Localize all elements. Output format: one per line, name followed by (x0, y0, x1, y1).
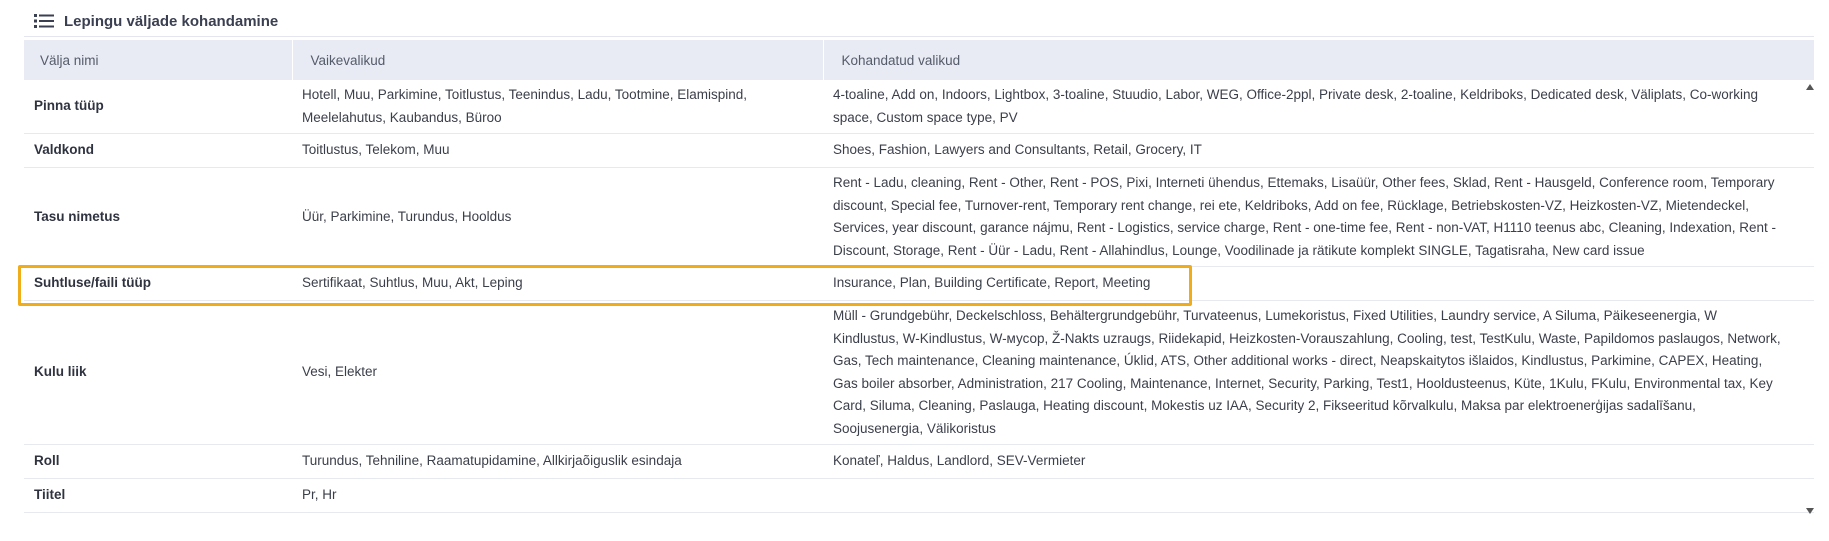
field-name-cell: Pinna tüüp (24, 80, 292, 134)
custom-options-cell: Müll - Grundgebühr, Deckelschloss, Behäl… (823, 300, 1814, 445)
fields-table: Välja nimi Vaikevalikud Kohandatud valik… (24, 40, 1814, 513)
list-icon (34, 13, 54, 29)
custom-options-cell: Insurance, Plan, Building Certificate, R… (823, 266, 1814, 301)
custom-options-cell: Rent - Ladu, cleaning, Rent - Other, Ren… (823, 167, 1814, 267)
panel-header: Lepingu väljade kohandamine (34, 8, 278, 34)
contract-fields-panel: Lepingu väljade kohandamine Välja nimi V… (0, 0, 1829, 541)
custom-options-cell: 4-toaline, Add on, Indoors, Lightbox, 3-… (823, 80, 1814, 134)
field-name-cell: Tiitel (24, 478, 292, 513)
custom-options-cell: Shoes, Fashion, Lawyers and Consultants,… (823, 133, 1814, 168)
scroll-up-icon[interactable] (1806, 84, 1814, 90)
panel-title: Lepingu väljade kohandamine (64, 12, 279, 30)
column-header-default-options[interactable]: Vaikevalikud (292, 40, 824, 80)
default-options-cell: Turundus, Tehniline, Raamatupidamine, Al… (292, 444, 823, 479)
field-name-cell: Suhtluse/faili tüüp (24, 266, 292, 301)
default-options-cell: Vesi, Elekter (292, 300, 823, 445)
default-options-cell: Üür, Parkimine, Turundus, Hooldus (292, 167, 823, 267)
table-row[interactable]: Pinna tüüp Hotell, Muu, Parkimine, Toitl… (24, 80, 1814, 134)
custom-options-cell: Konateľ, Haldus, Landlord, SEV-Vermieter (823, 444, 1814, 479)
table-row[interactable]: Kulu liik Vesi, Elekter Müll - Grundgebü… (24, 300, 1814, 445)
field-name-cell: Valdkond (24, 133, 292, 168)
column-header-custom-options[interactable]: Kohandatud valikud (823, 40, 1814, 80)
default-options-cell: Hotell, Muu, Parkimine, Toitlustus, Teen… (292, 80, 823, 134)
table-row[interactable]: Tiitel Pr, Hr (24, 478, 1814, 513)
table-row-highlighted[interactable]: Suhtluse/faili tüüp Sertifikaat, Suhtlus… (24, 266, 1814, 301)
default-options-cell: Sertifikaat, Suhtlus, Muu, Akt, Leping (292, 266, 823, 301)
custom-options-cell (823, 478, 1814, 513)
table-row[interactable]: Tasu nimetus Üür, Parkimine, Turundus, H… (24, 167, 1814, 267)
column-header-field-name[interactable]: Välja nimi (24, 40, 293, 80)
field-name-cell: Roll (24, 444, 292, 479)
field-name-cell: Tasu nimetus (24, 167, 292, 267)
table-header-row: Välja nimi Vaikevalikud Kohandatud valik… (24, 40, 1814, 80)
table-row[interactable]: Roll Turundus, Tehniline, Raamatupidamin… (24, 444, 1814, 479)
table-row[interactable]: Valdkond Toitlustus, Telekom, Muu Shoes,… (24, 133, 1814, 168)
default-options-cell: Pr, Hr (292, 478, 823, 513)
fields-table-container[interactable]: Välja nimi Vaikevalikud Kohandatud valik… (24, 40, 1814, 520)
default-options-cell: Toitlustus, Telekom, Muu (292, 133, 823, 168)
field-name-cell: Kulu liik (24, 300, 292, 445)
scroll-down-icon[interactable] (1806, 508, 1814, 514)
header-divider (24, 36, 1814, 37)
